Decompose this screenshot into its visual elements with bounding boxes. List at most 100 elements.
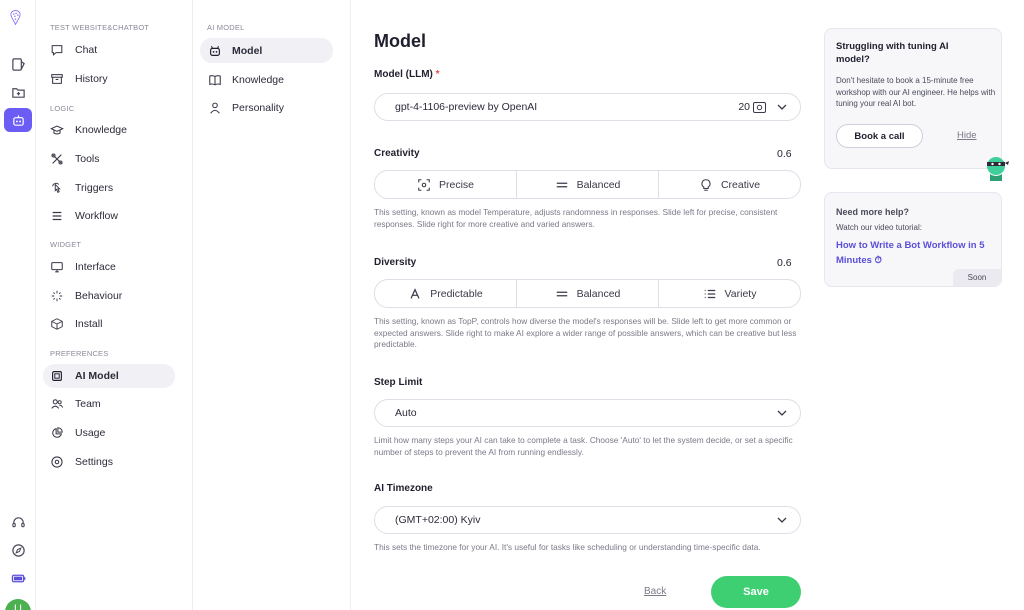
robot-icon (210, 45, 220, 56)
promo-text: Don't hesitate to book a 15-minute free … (836, 76, 996, 108)
lightbulb-icon (701, 178, 711, 191)
bot-icon[interactable] (4, 108, 32, 132)
pages-icon[interactable] (4, 52, 32, 76)
sidebar-item-triggers[interactable]: Triggers (43, 176, 175, 200)
sidebar-item-label: AI Model (75, 370, 119, 382)
sidebar-item-label: History (75, 73, 108, 85)
cube-icon (51, 318, 63, 330)
section-title: LOGIC (50, 104, 75, 113)
sidebar-item-label: Workflow (75, 210, 118, 222)
add-folder-icon[interactable] (4, 80, 32, 104)
help-card-title: Need more help? (836, 207, 910, 217)
sparkle-icon (51, 290, 63, 302)
timezone-help: This sets the timezone for your AI. It's… (374, 542, 761, 552)
promo-card: Struggling with tuning AI model? Don't h… (824, 28, 1002, 169)
creativity-option-balanced[interactable]: Balanced (517, 171, 659, 198)
page-title: Model (374, 31, 426, 51)
sidebar-item-ai-model[interactable]: AI Model (43, 364, 175, 388)
step-limit-select[interactable]: Auto (374, 399, 801, 427)
subnav-item-model[interactable]: Model (200, 38, 333, 63)
model-label-text: Model (LLM) (374, 69, 433, 80)
sidebar-item-history[interactable]: History (43, 67, 175, 91)
sidebar-item-usage[interactable]: Usage (43, 421, 175, 445)
target-icon (418, 178, 430, 191)
diversity-value: 0.6 (777, 257, 792, 269)
support-icon[interactable] (4, 510, 32, 534)
subnav-item-knowledge[interactable]: Knowledge (200, 67, 333, 92)
sidebar-item-label: Usage (75, 427, 106, 439)
timezone-value: (GMT+02:00) Kyiv (395, 514, 481, 526)
pointer-icon (52, 182, 61, 194)
creativity-selector: Precise Balanced Creative (374, 170, 801, 199)
sidebar-item-label: Chat (75, 44, 98, 56)
back-button[interactable]: Back (644, 586, 666, 597)
sidebar-item-label: Install (75, 318, 103, 330)
subnav-item-label: Model (232, 44, 263, 57)
settings-icon (51, 456, 63, 468)
logo-icon[interactable] (8, 10, 28, 36)
diversity-option-balanced[interactable]: Balanced (517, 280, 659, 307)
model-label: Model (LLM) * (374, 69, 440, 80)
hide-button[interactable]: Hide (957, 130, 977, 141)
option-label: Balanced (576, 178, 621, 191)
subnav-item-label: Knowledge (232, 73, 284, 86)
letter-a-icon (410, 287, 420, 299)
timezone-label: AI Timezone (374, 483, 433, 494)
sidebar-item-settings[interactable]: Settings (43, 450, 175, 474)
sidebar-item-chat[interactable]: Chat (43, 38, 175, 62)
diversity-option-predictable[interactable]: Predictable (375, 280, 517, 307)
list-icon (704, 289, 715, 298)
sidebar-item-install[interactable]: Install (43, 312, 175, 336)
archive-icon (51, 74, 63, 84)
sidebar-item-label: Triggers (75, 182, 114, 194)
sidebar-item-label: Knowledge (75, 124, 127, 136)
battery-icon[interactable] (4, 566, 32, 590)
sidebar: TEST WEBSITE&CHATBOT Chat History LOGIC … (37, 0, 193, 610)
sidebar-item-knowledge[interactable]: Knowledge (43, 118, 175, 142)
diversity-selector: Predictable Balanced Variety (374, 279, 801, 308)
section-title: PREFERENCES (50, 349, 109, 358)
sidebar-item-team[interactable]: Team (43, 392, 175, 416)
sidebar-item-tools[interactable]: Tools (43, 147, 175, 171)
step-limit-label: Step Limit (374, 377, 423, 388)
chevron-down-icon (777, 517, 787, 523)
diversity-help: This setting, known as TopP, controls ho… (374, 316, 797, 349)
subnav-title: AI MODEL (207, 23, 245, 32)
main-panel: Model Model (LLM) * gpt-4-1106-preview b… (352, 0, 822, 610)
help-card-text: Watch our video tutorial: (836, 223, 922, 232)
model-select-value: gpt-4-1106-preview by OpenAI (395, 101, 538, 113)
graduation-cap-icon (50, 125, 64, 135)
book-call-button[interactable]: Book a call (836, 124, 923, 148)
soon-badge: Soon (953, 269, 1001, 286)
chevron-down-icon (777, 410, 787, 416)
model-select[interactable]: gpt-4-1106-preview by OpenAI 20 (374, 93, 801, 121)
sidebar-item-label: Settings (75, 456, 113, 468)
tutorial-link[interactable]: How to Write a Bot Workflow in 5 Minutes… (836, 239, 996, 268)
compass-icon[interactable] (4, 538, 32, 562)
equals-icon (556, 291, 567, 296)
sidebar-item-interface[interactable]: Interface (43, 255, 175, 279)
sidebar-item-workflow[interactable]: Workflow (43, 204, 175, 228)
creativity-label: Creativity (374, 148, 420, 159)
person-icon (210, 102, 220, 114)
sidebar-item-label: Team (75, 398, 101, 410)
save-button[interactable]: Save (711, 576, 801, 608)
subnav-item-personality[interactable]: Personality (200, 95, 333, 120)
timezone-select[interactable]: (GMT+02:00) Kyiv (374, 506, 801, 534)
book-icon (209, 74, 221, 85)
help-card: Need more help? Watch our video tutorial… (824, 192, 1002, 287)
chevron-down-icon (777, 104, 787, 110)
avatar[interactable]: U (5, 599, 31, 610)
chat-icon (51, 45, 63, 56)
tutorial-link-text: How to Write a Bot Workflow in 5 Minutes (836, 240, 985, 266)
pie-icon (52, 427, 63, 438)
model-credits: 20 (738, 101, 766, 113)
subnav: AI MODEL Model Knowledge Personality (194, 0, 351, 610)
sidebar-item-label: Behaviour (75, 290, 123, 302)
creativity-option-precise[interactable]: Precise (375, 171, 517, 198)
section-title: TEST WEBSITE&CHATBOT (50, 23, 150, 32)
diversity-option-variety[interactable]: Variety (659, 280, 800, 307)
creativity-option-creative[interactable]: Creative (659, 171, 800, 198)
subnav-item-label: Personality (232, 101, 284, 114)
sidebar-item-behaviour[interactable]: Behaviour (43, 284, 175, 308)
